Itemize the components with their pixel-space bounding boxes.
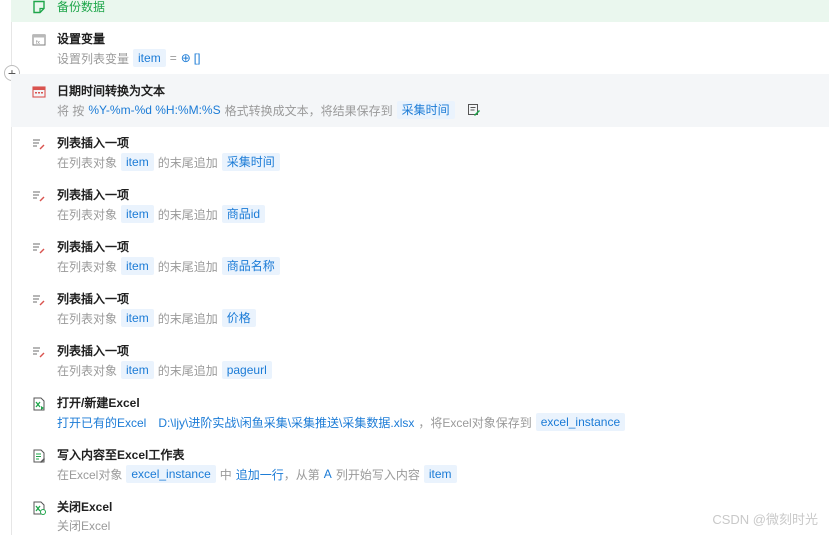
step-title: 写入内容至Excel工作表 [57,448,185,462]
step-list-append[interactable]: 列表插入一项 在列表对象 item 的末尾追加 商品名称 [11,230,829,282]
step-description: 在列表对象 item 的末尾追加 价格 [57,309,260,327]
step-title: 打开/新建Excel [57,396,140,410]
note-icon [33,0,45,14]
step-list-append[interactable]: 列表插入一项 在列表对象 item 的末尾追加 商品id [11,178,829,230]
step-title: 列表插入一项 [57,136,130,150]
content-tag[interactable]: item [423,465,457,483]
list-variable-tag[interactable]: item [121,257,154,275]
step-title: 列表插入一项 [57,240,130,254]
list-value[interactable]: [] [194,51,201,65]
value-tag[interactable]: 商品名称 [221,257,280,275]
value-tag[interactable]: 采集时间 [221,153,280,171]
list-value-icon: ⊕ [180,51,191,65]
list-insert-icon [33,191,45,202]
step-description: 打开已有的Excel D:\ljy\进阶实战\闲鱼采集\采集推送\采集数据.xl… [57,413,629,431]
step-description: 在列表对象 item 的末尾追加 商品id [57,205,269,223]
step-description: 在列表对象 item 的末尾追加 pageurl [57,361,276,379]
write-mode[interactable]: 追加一行 [236,466,284,483]
start-column[interactable]: A [324,467,332,481]
target-variable-tag[interactable]: 采集时间 [396,101,455,119]
step-set-variable[interactable]: fx 设置变量 设置列表变量 item = ⊕ [] [11,22,829,74]
watermark: CSDN @微刻时光 [712,512,818,527]
list-variable-tag[interactable]: item [121,361,154,379]
step-backup-data[interactable]: 备份数据 [11,0,829,22]
step-title: 列表插入一项 [57,188,130,202]
step-description: 在Excel对象 excel_instance 中 追加一行 ，从第 A 列开始… [57,465,461,483]
step-description: 将 按 %Y-%m-%d %H:%M:%S 格式转换成文本，将结果保存到 采集时… [57,101,481,119]
step-description: 在列表对象 item 的末尾追加 采集时间 [57,153,284,171]
step-title: 设置变量 [57,32,106,46]
svg-text:fx: fx [36,40,40,46]
step-title: 日期时间转换为文本 [57,84,166,98]
calendar-icon [32,86,46,98]
target-variable-tag[interactable]: excel_instance [535,413,626,431]
step-write-excel[interactable]: 写入内容至Excel工作表 在Excel对象 excel_instance 中 … [11,438,829,490]
step-list-append[interactable]: 列表插入一项 在列表对象 item 的末尾追加 pageurl [11,334,829,386]
step-close-excel[interactable]: 关闭Excel 关闭Excel [11,490,829,542]
step-title: 列表插入一项 [57,292,130,306]
variable-tag[interactable]: item [133,49,166,67]
step-list-append[interactable]: 列表插入一项 在列表对象 item 的末尾追加 采集时间 [11,126,829,178]
step-description: 关闭Excel [57,519,111,533]
edit-icon[interactable] [467,103,481,117]
step-list-append[interactable]: 列表插入一项 在列表对象 item 的末尾追加 价格 [11,282,829,334]
list-insert-icon [33,295,45,306]
step-open-excel[interactable]: 打开/新建Excel 打开已有的Excel D:\ljy\进阶实战\闲鱼采集\采… [11,386,829,438]
open-mode[interactable]: 打开已有的Excel [57,414,146,431]
step-description: 设置列表变量 item = ⊕ [] [57,49,201,67]
value-tag[interactable]: 价格 [221,309,256,327]
excel-open-icon [33,397,45,411]
list-variable-tag[interactable]: item [121,205,154,223]
excel-write-icon [33,449,45,463]
excel-object-tag[interactable]: excel_instance [126,465,216,483]
variable-icon: fx [32,34,46,46]
value-tag[interactable]: pageurl [221,361,272,379]
list-variable-tag[interactable]: item [121,153,154,171]
step-title: 列表插入一项 [57,344,130,358]
value-tag[interactable]: 商品id [221,205,266,223]
list-insert-icon [33,243,45,254]
step-title: 关闭Excel [57,500,113,514]
list-insert-icon [33,347,45,358]
step-datetime-to-text[interactable]: 日期时间转换为文本 将 按 %Y-%m-%d %H:%M:%S 格式转换成文本，… [11,74,829,127]
step-description: 在列表对象 item 的末尾追加 商品名称 [57,257,284,275]
list-variable-tag[interactable]: item [121,309,154,327]
step-title: 备份数据 [57,0,106,14]
format-string[interactable]: %Y-%m-%d %H:%M:%S [88,103,220,117]
list-insert-icon [33,139,45,150]
excel-close-icon [33,501,46,515]
file-path[interactable]: D:\ljy\进阶实战\闲鱼采集\采集推送\采集数据.xlsx [158,414,414,431]
